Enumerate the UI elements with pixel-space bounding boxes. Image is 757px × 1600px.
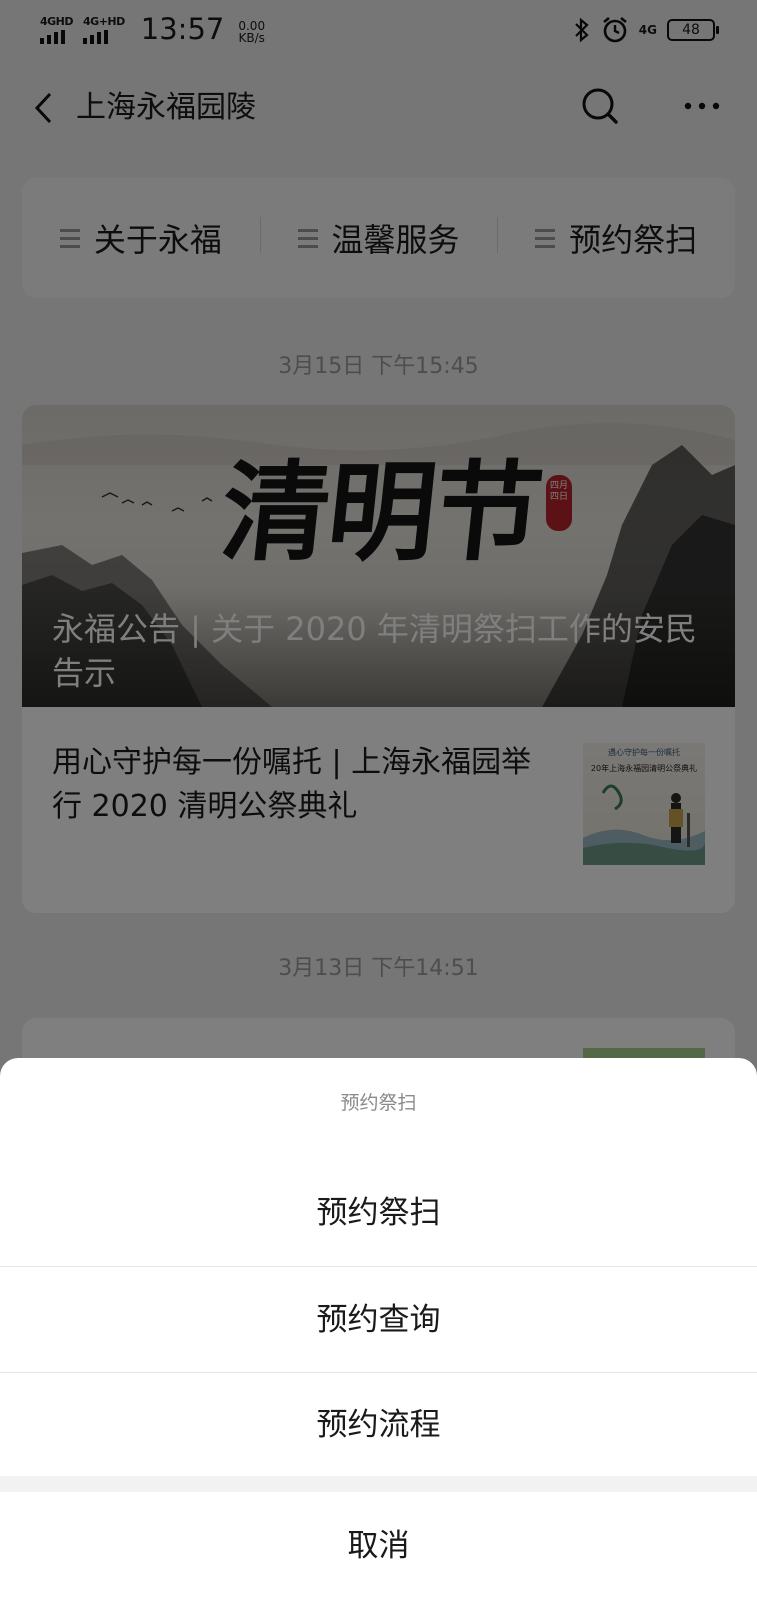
sheet-separator xyxy=(0,1476,757,1492)
cancel-button[interactable]: 取消 xyxy=(0,1492,757,1600)
option-booking-process[interactable]: 预约流程 xyxy=(0,1372,757,1478)
action-sheet-title: 预约祭扫 xyxy=(340,1092,417,1114)
action-sheet: 预约祭扫 预约祭扫 预约查询 预约流程 取消 xyxy=(0,1058,757,1600)
option-query-booking[interactable]: 预约查询 xyxy=(0,1267,757,1373)
option-book-visit[interactable]: 预约祭扫 xyxy=(0,1160,757,1266)
